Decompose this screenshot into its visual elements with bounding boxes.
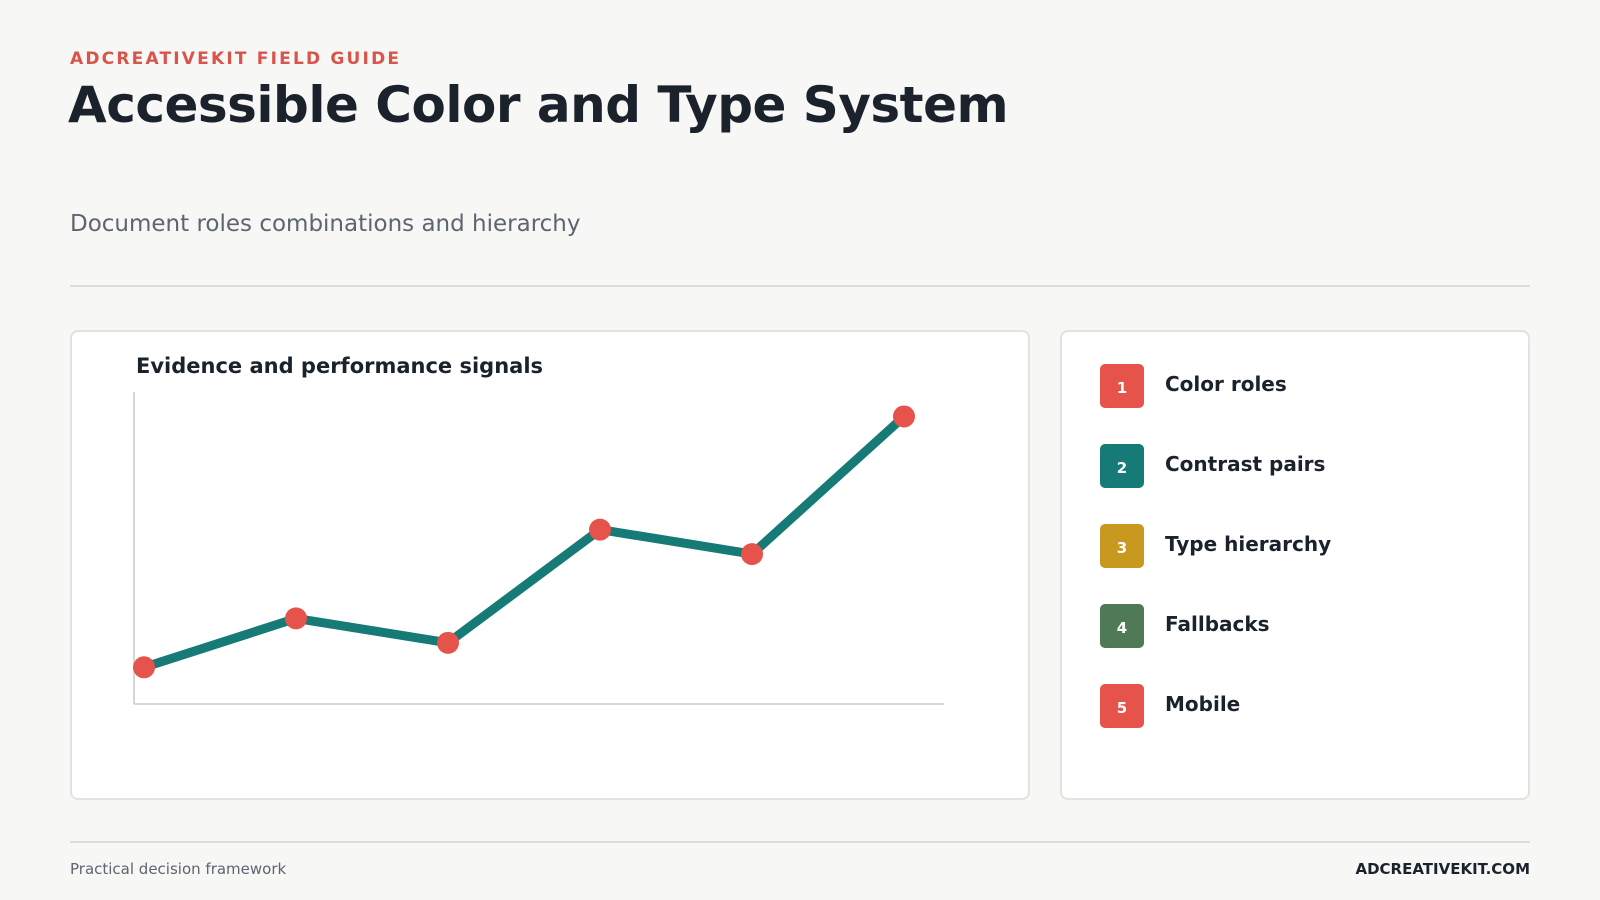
list-item: 3 Type hierarchy bbox=[1100, 524, 1500, 568]
list-item: 4 Fallbacks bbox=[1100, 604, 1500, 648]
step-number-badge: 3 bbox=[1100, 524, 1144, 568]
header-divider bbox=[70, 285, 1530, 287]
data-point bbox=[589, 518, 611, 541]
step-number-badge: 5 bbox=[1100, 684, 1144, 728]
data-point bbox=[893, 405, 915, 428]
step-number-badge: 2 bbox=[1100, 444, 1144, 488]
data-point bbox=[133, 656, 155, 679]
data-point bbox=[741, 543, 763, 566]
list-item: 1 Color roles bbox=[1100, 364, 1500, 408]
page-title: Accessible Color and Type System bbox=[68, 76, 1009, 134]
slide: ADCREATIVEKIT FIELD GUIDE Accessible Col… bbox=[0, 0, 1600, 900]
footer-tagline: Practical decision framework bbox=[70, 860, 287, 878]
step-label: Color roles bbox=[1165, 372, 1287, 396]
footer-brand-link[interactable]: ADCREATIVEKIT.COM bbox=[1355, 860, 1530, 878]
series-line bbox=[139, 412, 909, 672]
chart-card: Evidence and performance signals bbox=[70, 330, 1030, 800]
step-number-badge: 4 bbox=[1100, 604, 1144, 648]
list-item: 5 Mobile bbox=[1100, 684, 1500, 728]
line-chart bbox=[133, 392, 944, 705]
step-label: Contrast pairs bbox=[1165, 452, 1326, 476]
step-label: Fallbacks bbox=[1165, 612, 1270, 636]
steps-card: 1 Color roles 2 Contrast pairs 3 Type hierarc… bbox=[1060, 330, 1530, 800]
eyebrow-label: ADCREATIVEKIT FIELD GUIDE bbox=[70, 49, 402, 69]
list-item: 2 Contrast pairs bbox=[1100, 444, 1500, 488]
footer-divider bbox=[70, 841, 1530, 843]
page-subtitle: Document roles combinations and hierarch… bbox=[70, 211, 581, 237]
step-label: Type hierarchy bbox=[1165, 532, 1332, 556]
data-point bbox=[285, 607, 307, 630]
data-point bbox=[437, 631, 459, 654]
step-number-badge: 1 bbox=[1100, 364, 1144, 408]
step-label: Mobile bbox=[1165, 692, 1241, 716]
